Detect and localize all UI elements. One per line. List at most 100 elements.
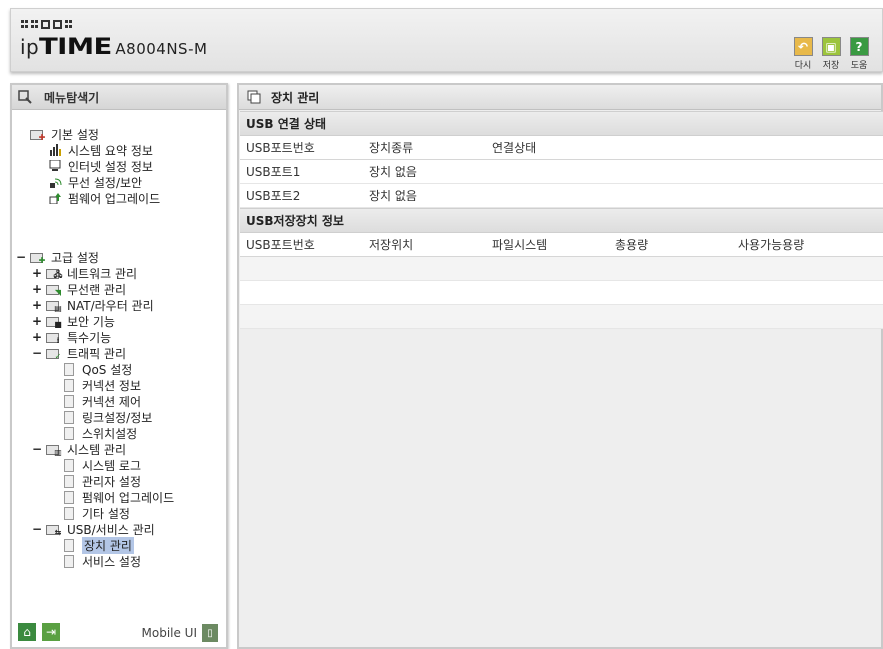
section-title: USB저장장치 정보 (240, 208, 883, 233)
sidebar-item-connection-control[interactable]: 커넥션 제어 (64, 393, 141, 409)
column-header: 연결상태 (492, 141, 537, 155)
table-row (240, 257, 883, 281)
sidebar-item-label: 시스템 로그 (82, 458, 142, 473)
table-header: USB포트번호 장치종류 연결상태 (240, 136, 883, 160)
tree-special-features[interactable]: + ⁞ 특수기능 (32, 329, 111, 345)
page-icon (64, 378, 74, 392)
sidebar-item-label: 커넥션 정보 (82, 378, 142, 393)
collapse-toggle[interactable]: − (32, 442, 42, 456)
menu-explorer-header: 메뉴탐색기 (12, 85, 226, 110)
sidebar-item-connection-info[interactable]: 커넥션 정보 (64, 377, 141, 393)
special-icon: ⁞ (46, 331, 64, 345)
expand-toggle[interactable]: + (32, 314, 42, 328)
sidebar-item-firmware-upgrade-2[interactable]: 펌웨어 업그레이드 (64, 489, 174, 505)
section-title: USB 연결 상태 (240, 111, 883, 136)
traffic-icon: ✓ (46, 347, 64, 361)
collapse-toggle[interactable]: − (16, 250, 26, 264)
sidebar-item-qos[interactable]: QoS 설정 (64, 361, 132, 377)
monitor-icon (48, 159, 62, 173)
sidebar-item-other-settings[interactable]: 기타 설정 (64, 505, 130, 521)
tree-wireless-management[interactable]: + ◥ 무선랜 관리 (32, 281, 126, 297)
tree-label: 시스템 관리 (67, 442, 127, 457)
sidebar-item-admin-settings[interactable]: 관리자 설정 (64, 473, 141, 489)
page-icon (64, 506, 74, 520)
sidebar-item-firmware-upgrade[interactable]: 펌웨어 업그레이드 (48, 190, 160, 206)
undo-label: 다시 (794, 61, 812, 71)
sidebar-item-service-settings[interactable]: 서비스 설정 (64, 553, 141, 569)
undo-button[interactable]: ↶ 다시 (792, 37, 814, 71)
sidebar-item-label: 펌웨어 업그레이드 (82, 490, 175, 505)
main-panel-header: 장치 관리 (239, 85, 881, 110)
tree-label: 무선랜 관리 (67, 282, 127, 297)
collapse-toggle[interactable]: − (32, 346, 42, 360)
tree-label: 보안 기능 (67, 314, 115, 329)
home-icon[interactable]: ⌂ (18, 623, 36, 641)
sidebar-item-internet-info[interactable]: 인터넷 설정 정보 (48, 158, 153, 174)
column-header: 사용가능용량 (738, 238, 805, 252)
page-icon (64, 474, 74, 488)
table-header: USB포트번호 저장위치 파일시스템 총용량 사용가능용량 (240, 233, 883, 257)
table-cell: USB포트1 (246, 165, 301, 179)
mobile-ui-link[interactable]: Mobile UI ▯ (142, 624, 218, 642)
logout-icon[interactable]: ⇥ (42, 623, 60, 641)
collapse-toggle[interactable]: − (32, 522, 42, 536)
tree-traffic-management[interactable]: − ✓ 트래픽 관리 (32, 345, 126, 361)
column-header: 저장위치 (369, 238, 414, 252)
table-row (240, 305, 883, 329)
lock-icon: ■ (46, 315, 64, 329)
table-cell: 장치 없음 (369, 189, 417, 203)
expand-toggle[interactable]: + (32, 298, 42, 312)
tree-system-management[interactable]: − ▥ 시스템 관리 (32, 441, 126, 457)
column-header: USB포트번호 (246, 141, 315, 155)
help-label: 도움 (850, 61, 868, 71)
sidebar-item-label-selected: 장치 관리 (82, 536, 134, 554)
tree-label: 기본 설정 (51, 127, 99, 142)
page-icon (64, 458, 74, 472)
tree-label: 트래픽 관리 (67, 346, 127, 361)
page-icon (64, 538, 74, 552)
sidebar-item-wireless-security[interactable]: 무선 설정/보안 (48, 174, 142, 190)
model-name: A8004NS-M (115, 40, 208, 58)
save-icon: ▣ (821, 37, 841, 56)
tree-advanced-settings[interactable]: − ✚ 고급 설정 (16, 249, 99, 265)
system-icon: ▥ (46, 443, 64, 457)
tree-label: 특수기능 (67, 330, 112, 345)
sidebar-item-device-management[interactable]: 장치 관리 (64, 536, 134, 554)
help-button[interactable]: ? 도움 (848, 37, 870, 71)
tree-label: 고급 설정 (51, 250, 99, 265)
tree-nat-router[interactable]: + ▤ NAT/라우터 관리 (32, 297, 154, 313)
menu-explorer: 메뉴탐색기 ✚ 기본 설정 시스템 요약 정보 인터넷 설정 정보 무선 설정/… (10, 83, 228, 649)
header-bar: ip TIME A8004NS-M ↶ 다시 ▣ 저장 ? 도움 (10, 8, 883, 72)
page-title: 장치 관리 (271, 90, 320, 105)
sidebar-item-switch-settings[interactable]: 스위치설정 (64, 425, 137, 441)
table-cell: 장치 없음 (369, 165, 417, 179)
sidebar-item-label: 시스템 요약 정보 (68, 143, 153, 158)
sidebar-item-label: 무선 설정/보안 (68, 175, 143, 190)
sidebar-item-label: 기타 설정 (82, 506, 130, 521)
expand-toggle[interactable]: + (32, 266, 42, 280)
tree-network-management[interactable]: + 🖧 네트워크 관리 (32, 265, 137, 281)
undo-icon: ↶ (793, 37, 813, 56)
save-button[interactable]: ▣ 저장 (820, 37, 842, 71)
table-row: USB포트2 장치 없음 (240, 184, 883, 208)
tree-usb-service-management[interactable]: − ⇆ USB/서비스 관리 (32, 521, 155, 537)
column-header: 총용량 (615, 238, 649, 252)
brand-logo: ip TIME A8004NS-M (20, 35, 207, 60)
expand-toggle[interactable]: + (32, 282, 42, 296)
wireless-icon: ◥ (46, 283, 64, 297)
tree-basic-settings[interactable]: ✚ 기본 설정 (30, 126, 99, 142)
page-icon (64, 554, 74, 568)
window-icon (247, 90, 261, 104)
save-label: 저장 (822, 61, 840, 71)
sidebar-item-system-summary[interactable]: 시스템 요약 정보 (48, 142, 153, 158)
router-icon: ▤ (46, 299, 64, 313)
page-icon (64, 410, 74, 424)
sidebar-item-link-settings[interactable]: 링크설정/정보 (64, 409, 152, 425)
tree-security[interactable]: + ■ 보안 기능 (32, 313, 115, 329)
menu-explorer-title: 메뉴탐색기 (44, 90, 100, 105)
chart-icon (48, 143, 62, 157)
sidebar-item-label: 커넥션 제어 (82, 394, 142, 409)
table-cell: USB포트2 (246, 189, 301, 203)
sidebar-item-system-log[interactable]: 시스템 로그 (64, 457, 141, 473)
expand-toggle[interactable]: + (32, 330, 42, 344)
